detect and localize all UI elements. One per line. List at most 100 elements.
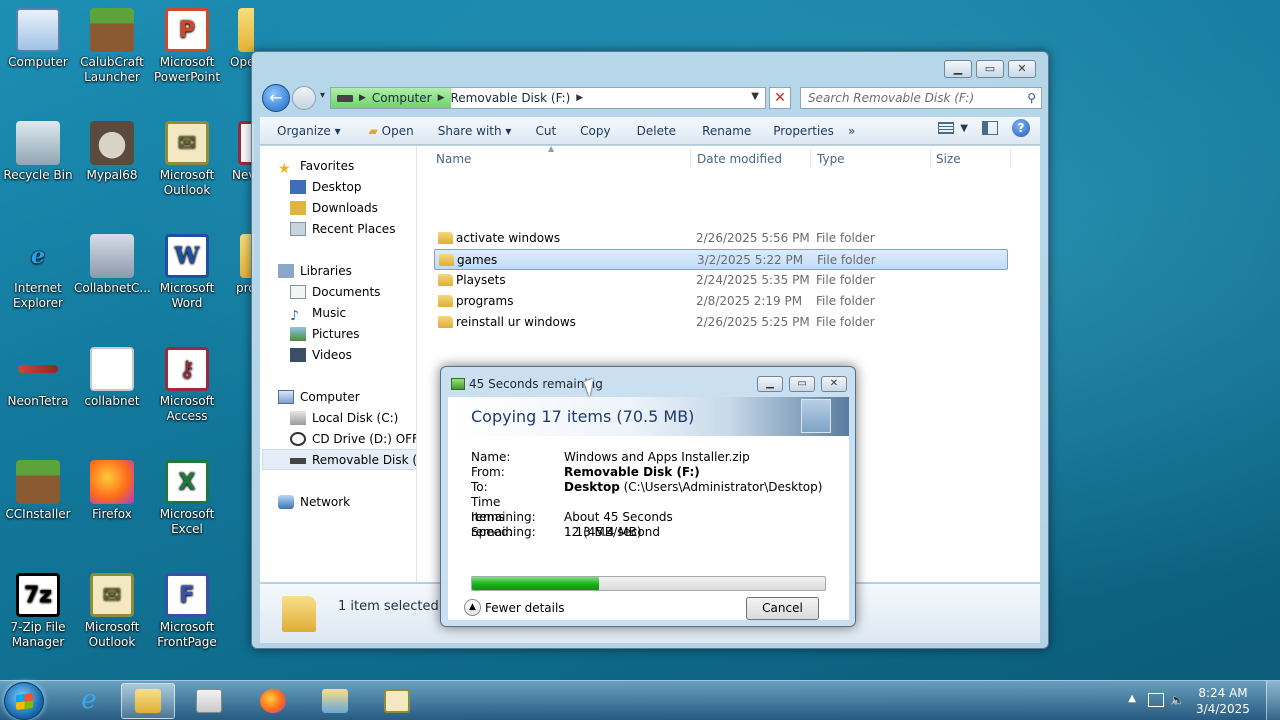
dialog-maximize-button[interactable]: ▭ (789, 376, 815, 392)
more-commands-button[interactable]: » (842, 118, 863, 144)
help-icon[interactable]: ? (1012, 119, 1030, 137)
taskbar-media-player[interactable] (182, 683, 236, 719)
copy-button[interactable]: Copy (564, 118, 618, 144)
maximize-button[interactable]: ▭ (976, 60, 1004, 78)
nav-desktop[interactable]: Desktop (290, 177, 362, 197)
stop-button[interactable]: ✕ (769, 87, 791, 109)
search-icon[interactable]: ⚲ (1027, 88, 1036, 108)
nav-favorites[interactable]: ★ Favorites (278, 156, 355, 177)
clock[interactable]: 8:24 AM 3/4/2025 (1193, 685, 1253, 717)
nav-label: Removable Disk (F:) (312, 453, 417, 467)
dialog-minimize-button[interactable]: ▁ (757, 376, 783, 392)
view-dropdown-icon[interactable]: ▼ (960, 123, 968, 134)
desktop-icon-outlook-2[interactable]: ✉ Microsoft Outlook (74, 573, 150, 650)
desktop-icon-computer[interactable]: Computer (0, 8, 76, 70)
desktop-icon-word[interactable]: W Microsoft Word (149, 234, 225, 311)
close-button[interactable]: ✕ (1008, 60, 1036, 78)
taskbar-firefox[interactable] (246, 683, 300, 719)
computer-icon (278, 390, 294, 404)
desktop-icon-programs[interactable]: pro (224, 234, 254, 296)
address-dropdown-icon[interactable]: ▼ (751, 91, 759, 102)
file-row[interactable]: Playsets 2/24/2025 5:35 PM File folder (434, 270, 1008, 291)
downloads-icon (290, 201, 306, 215)
desktop-icon-new-doc[interactable]: Nev Doc (224, 121, 254, 183)
nav-libraries[interactable]: Libraries (278, 261, 352, 281)
nav-recent-places[interactable]: Recent Places (290, 219, 395, 239)
access-key-icon: ⚷ (165, 347, 209, 391)
desktop-icon-neontetra[interactable]: NeonTetra (0, 347, 76, 409)
view-controls: ▼ ? (938, 119, 1030, 137)
open-button[interactable]: ▰ Open (349, 118, 422, 144)
taskbar-internet-explorer[interactable]: e (62, 683, 116, 719)
desktop-icon-frontpage[interactable]: F Microsoft FrontPage (149, 573, 225, 650)
taskbar-outlook[interactable] (370, 683, 424, 719)
desktop-icon-access[interactable]: ⚷ Microsoft Access (149, 347, 225, 424)
dialog-close-button[interactable]: ✕ (821, 376, 847, 392)
forward-button[interactable] (292, 86, 316, 110)
file-row[interactable]: reinstall ur windows 2/26/2025 5:25 PM F… (434, 312, 1008, 333)
properties-button[interactable]: Properties (759, 118, 842, 144)
column-header-type[interactable]: Type (817, 152, 845, 166)
open-button-label: Open (381, 123, 414, 138)
fewer-details-toggle[interactable]: ▲ Fewer details (464, 599, 565, 616)
dialog-banner: Copying 17 items (70.5 MB) (448, 397, 849, 436)
desktop-icon-outlook[interactable]: ✉ Microsoft Outlook (149, 121, 225, 198)
nav-label: Favorites (300, 159, 355, 173)
nav-music[interactable]: ♪ Music (290, 303, 346, 324)
nav-network[interactable]: Network (278, 492, 350, 512)
show-desktop-button[interactable] (1266, 681, 1280, 720)
recent-pages-dropdown[interactable]: ▾ (320, 90, 325, 101)
chevron-up-icon: ▲ (464, 599, 481, 616)
rename-button[interactable]: Rename (684, 118, 759, 144)
dialog-window-controls: ▁ ▭ ✕ (757, 376, 847, 392)
desktop-icon-calubcraft[interactable]: CalubCraft Launcher (74, 8, 150, 85)
show-hidden-icons-icon[interactable]: ▲ (1128, 693, 1136, 704)
desktop-icon-powerpoint[interactable]: P Microsoft PowerPoint (149, 8, 225, 85)
command-bar: Organize ▾ ▰ Open Share with ▾ Cut Copy … (260, 117, 1040, 145)
breadcrumb-computer[interactable]: Computer (372, 91, 432, 105)
desktop-icon-firefox[interactable]: Firefox (74, 460, 150, 522)
cancel-button[interactable]: Cancel (746, 597, 819, 620)
organize-button[interactable]: Organize ▾ (260, 118, 349, 144)
column-header-date[interactable]: Date modified (697, 152, 782, 166)
nav-cd-drive[interactable]: CD Drive (D:) OFFICE (290, 429, 416, 449)
column-header-name[interactable]: Name (436, 152, 471, 166)
action-center-icon[interactable] (1148, 693, 1164, 707)
star-icon: ★ (278, 161, 291, 177)
file-row[interactable]: programs 2/8/2025 2:19 PM File folder (434, 291, 1008, 312)
desktop-icon-7zip[interactable]: 7z 7-Zip File Manager (0, 573, 76, 650)
taskbar-windows-explorer[interactable] (121, 683, 175, 719)
desktop-icon-open-doc[interactable]: Ope Do (224, 8, 254, 70)
desktop-icon-label: Firefox (92, 507, 132, 521)
search-input[interactable]: Search Removable Disk (F:) ⚲ (800, 87, 1042, 109)
desktop-icon-internet-explorer[interactable]: e Internet Explorer (0, 234, 76, 311)
desktop-icon-recycle-bin[interactable]: Recycle Bin (0, 121, 76, 183)
nav-computer[interactable]: Computer (278, 387, 360, 407)
nav-pictures[interactable]: Pictures (290, 324, 360, 344)
column-header-size[interactable]: Size (936, 152, 961, 166)
address-bar[interactable]: ▶ Computer ▶ Removable Disk (F:) ▶ ▼ (330, 87, 766, 109)
file-row-selected[interactable]: games 3/2/2025 5:22 PM File folder (434, 249, 1008, 270)
taskbar-folder-app[interactable] (308, 683, 362, 719)
preview-pane-icon[interactable] (982, 121, 998, 135)
file-row[interactable]: activate windows 2/26/2025 5:56 PM File … (434, 228, 1008, 249)
desktop-icon-ccinstaller[interactable]: CCInstaller (0, 460, 76, 522)
start-button[interactable] (4, 682, 44, 720)
share-with-button[interactable]: Share with ▾ (422, 118, 520, 144)
breadcrumb-removable-disk[interactable]: Removable Disk (F:) (451, 91, 571, 105)
desktop-icon-collabnet[interactable]: collabnet (74, 347, 150, 409)
nav-documents[interactable]: Documents (290, 282, 380, 302)
minimize-button[interactable]: ▁ (944, 60, 972, 78)
nav-removable-disk[interactable]: Removable Disk (F:) (290, 450, 417, 470)
delete-button[interactable]: Delete (619, 118, 684, 144)
nav-downloads[interactable]: Downloads (290, 198, 378, 218)
nav-local-disk[interactable]: Local Disk (C:) (290, 408, 398, 428)
change-view-icon[interactable] (938, 122, 955, 134)
desktop-icon-excel[interactable]: X Microsoft Excel (149, 460, 225, 537)
back-button[interactable]: ← (262, 84, 290, 112)
nav-videos[interactable]: Videos (290, 345, 352, 365)
desktop-icon-collabnetc[interactable]: CollabnetC... (74, 234, 151, 296)
cut-button[interactable]: Cut (519, 118, 564, 144)
volume-muted-icon[interactable]: 🔈 (1170, 693, 1186, 707)
desktop-icon-mypal[interactable]: Mypal68 (74, 121, 150, 183)
